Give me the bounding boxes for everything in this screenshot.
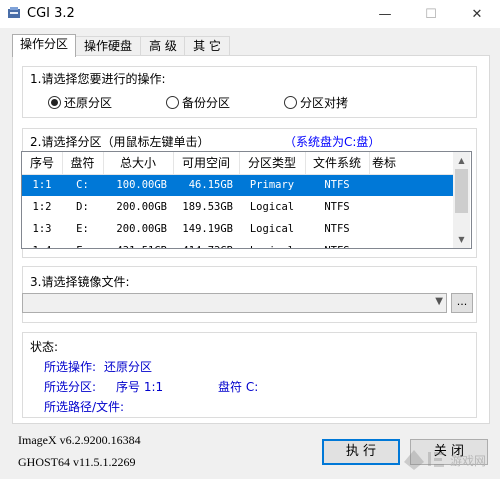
operation-heading: 1.请选择您要进行的操作: [30, 72, 166, 86]
minimize-button[interactable]: — [362, 0, 408, 28]
title-bar: CGI 3.2 — ☐ ✕ [0, 0, 500, 28]
scroll-up-icon[interactable]: ▲ [453, 152, 470, 169]
radio-backup[interactable] [166, 96, 179, 109]
table-row[interactable]: 1:3 E: 200.00GB 149.19GB Logical NTFS [22, 219, 453, 240]
ghost-version: GHOST64 v11.5.1.2269 [18, 455, 136, 469]
status-heading: 状态: [30, 340, 59, 354]
partition-heading: 2.请选择分区（用鼠标左键单击） [30, 135, 210, 149]
client-area: 操作分区 操作硬盘 高 级 其 它 1.请选择您要进行的操作: 还原分区 备份分… [0, 28, 500, 479]
tab-disk-ops[interactable]: 操作硬盘 [74, 36, 142, 56]
execute-button[interactable]: 执 行 [322, 439, 400, 465]
selected-path-label: 所选路径/文件: [44, 400, 125, 414]
col-fs[interactable]: 文件系统 [305, 152, 370, 174]
radio-clone-label[interactable]: 分区对拷 [300, 94, 348, 111]
col-index[interactable]: 序号 [22, 152, 63, 174]
radio-restore[interactable] [48, 96, 61, 109]
chevron-down-icon[interactable]: ▼ [435, 296, 443, 307]
table-row[interactable]: 1:4 F: 431.51GB 414.73GB Logical NTFS [22, 241, 453, 248]
scroll-thumb[interactable] [455, 169, 468, 213]
image-file-heading: 3.请选择镜像文件: [30, 275, 130, 289]
radio-restore-label[interactable]: 还原分区 [64, 94, 112, 111]
col-type[interactable]: 分区类型 [239, 152, 306, 174]
table-header: 序号 盘符 总大小 可用空间 分区类型 文件系统 卷标 [22, 152, 453, 175]
table-row[interactable]: 1:1 C: 100.00GB 46.15GB Primary NTFS [22, 175, 453, 196]
scroll-down-icon[interactable]: ▼ [453, 231, 470, 248]
radio-clone[interactable] [284, 96, 297, 109]
selected-op-value: 还原分区 [104, 360, 153, 374]
selected-part-label: 所选分区: [44, 380, 97, 394]
imagex-version: ImageX v6.2.9200.16384 [18, 433, 141, 447]
window-title: CGI 3.2 [27, 6, 75, 21]
maximize-icon: ☐ [425, 6, 437, 22]
selected-op-label: 所选操作: [44, 360, 97, 374]
col-label[interactable]: 卷标 [369, 152, 453, 174]
system-drive-note: （系统盘为C:盘） [284, 135, 381, 149]
table-row[interactable]: 1:2 D: 200.00GB 189.53GB Logical NTFS [22, 197, 453, 218]
maximize-button[interactable]: ☐ [408, 0, 454, 28]
tab-advanced[interactable]: 高 级 [140, 36, 186, 56]
watermark-text: 游戏网 [450, 454, 487, 468]
watermark: 游戏网 [400, 440, 500, 476]
col-drive[interactable]: 盘符 [62, 152, 104, 174]
col-total[interactable]: 总大小 [103, 152, 174, 174]
selected-part-drive: 盘符 C: [218, 380, 259, 394]
close-icon: ✕ [471, 6, 483, 22]
browse-button[interactable]: ... [451, 293, 473, 313]
tab-partition-ops[interactable]: 操作分区 [12, 34, 76, 57]
table-scrollbar[interactable]: ▲ ▼ [453, 152, 470, 248]
tab-other[interactable]: 其 它 [184, 36, 230, 56]
minimize-icon: — [378, 6, 392, 22]
selected-part-index: 序号 1:1 [116, 380, 164, 394]
app-icon [8, 7, 20, 18]
partition-table[interactable]: 序号 盘符 总大小 可用空间 分区类型 文件系统 卷标 1:1 C: 100.0… [21, 151, 472, 249]
close-window-button[interactable]: ✕ [454, 0, 500, 28]
radio-backup-label[interactable]: 备份分区 [182, 94, 230, 111]
image-file-combo[interactable]: ▼ [22, 293, 447, 313]
col-free[interactable]: 可用空间 [173, 152, 240, 174]
